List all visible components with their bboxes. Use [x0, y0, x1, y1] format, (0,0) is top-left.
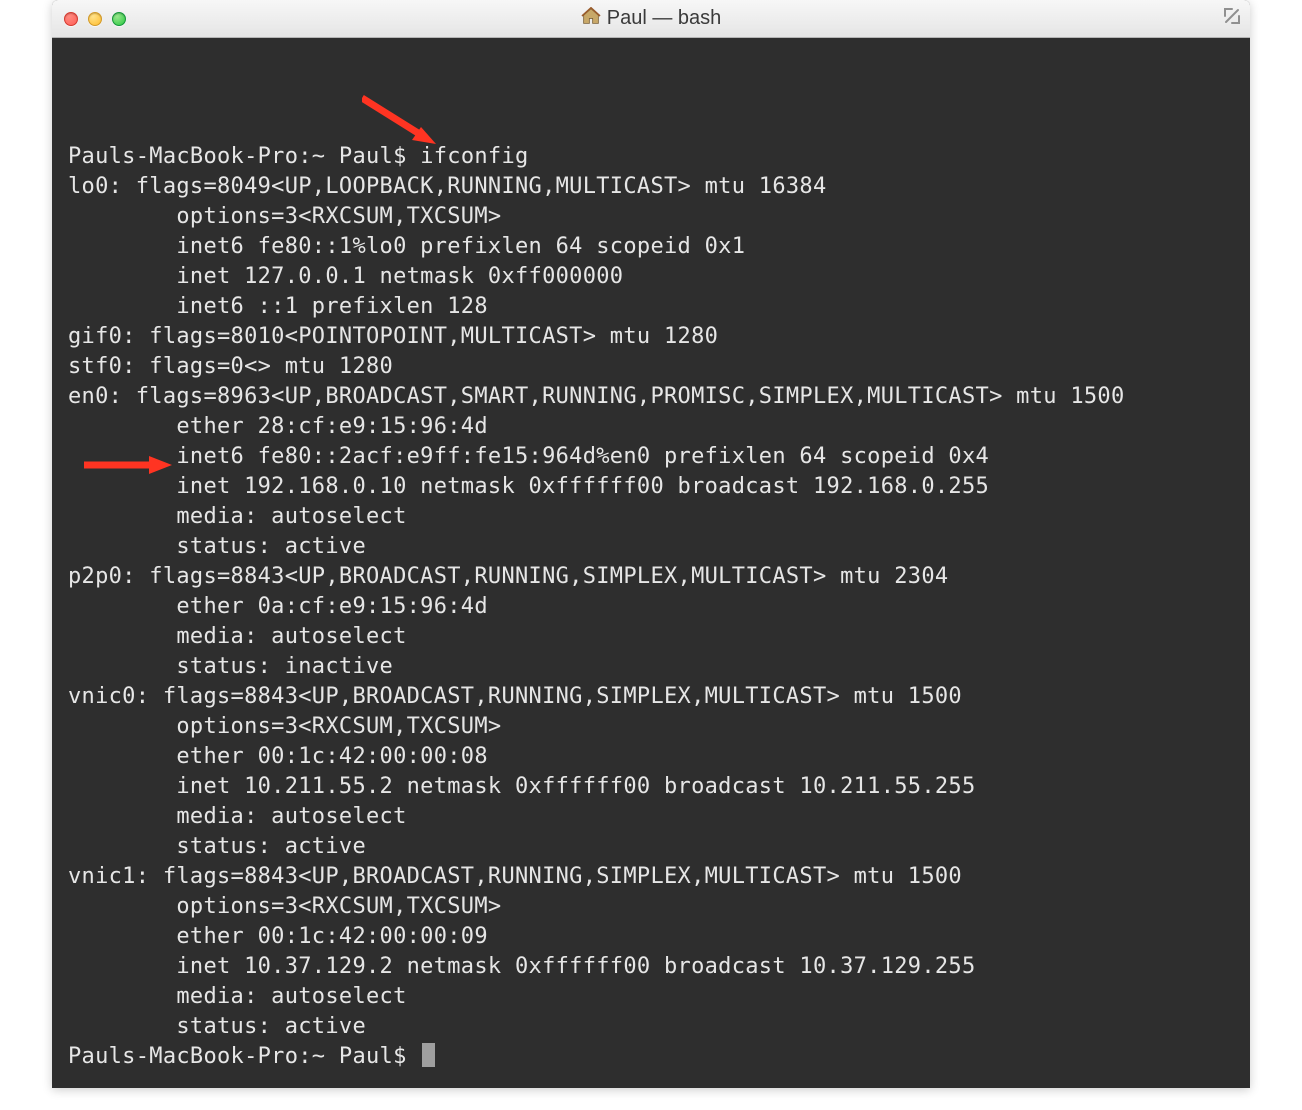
prompt-1-text: Pauls-MacBook-Pro:~ Paul$	[68, 144, 420, 169]
output-line: en0: flags=8963<UP,BROADCAST,SMART,RUNNI…	[68, 384, 1125, 409]
output-line: media: autoselect	[68, 984, 407, 1009]
output-line: status: active	[68, 834, 366, 859]
output-line: vnic0: flags=8843<UP,BROADCAST,RUNNING,S…	[68, 684, 962, 709]
prompt-1: Pauls-MacBook-Pro:~ Paul$ ifconfig	[68, 144, 529, 169]
output-line: stf0: flags=0<> mtu 1280	[68, 354, 393, 379]
terminal-window: Paul — bash Pauls-MacBook-Pro:~ Paul$ if…	[52, 0, 1250, 1088]
output-line: p2p0: flags=8843<UP,BROADCAST,RUNNING,SI…	[68, 564, 948, 589]
output-line: options=3<RXCSUM,TXCSUM>	[68, 714, 501, 739]
traffic-lights	[52, 12, 126, 26]
output-line: status: active	[68, 1014, 366, 1039]
output-line: status: active	[68, 534, 366, 559]
output-line: inet6 fe80::1%lo0 prefixlen 64 scopeid 0…	[68, 234, 745, 259]
output-line: lo0: flags=8049<UP,LOOPBACK,RUNNING,MULT…	[68, 174, 827, 199]
output-line: ether 28:cf:e9:15:96:4d	[68, 414, 488, 439]
output-line: inet 10.37.129.2 netmask 0xffffff00 broa…	[68, 954, 976, 979]
cursor	[422, 1043, 435, 1067]
output-line: inet6 ::1 prefixlen 128	[68, 294, 488, 319]
output-line: options=3<RXCSUM,TXCSUM>	[68, 894, 501, 919]
output-line: ether 00:1c:42:00:00:08	[68, 744, 488, 769]
output-line: vnic1: flags=8843<UP,BROADCAST,RUNNING,S…	[68, 864, 962, 889]
output-line: media: autoselect	[68, 504, 407, 529]
window-title-text: Paul — bash	[607, 7, 722, 30]
window-titlebar[interactable]: Paul — bash	[52, 0, 1250, 38]
home-icon	[581, 7, 601, 31]
output-line: inet 127.0.0.1 netmask 0xff000000	[68, 264, 623, 289]
output-line: media: autoselect	[68, 624, 407, 649]
output-line: ether 0a:cf:e9:15:96:4d	[68, 594, 488, 619]
resize-icon[interactable]	[1222, 6, 1242, 26]
output-line: status: inactive	[68, 654, 393, 679]
output-line: media: autoselect	[68, 804, 407, 829]
close-button[interactable]	[64, 12, 78, 26]
output-line: gif0: flags=8010<POINTOPOINT,MULTICAST> …	[68, 324, 718, 349]
prompt-2: Pauls-MacBook-Pro:~ Paul$	[68, 1044, 435, 1069]
terminal-content[interactable]: Pauls-MacBook-Pro:~ Paul$ ifconfig lo0: …	[52, 38, 1250, 1088]
output-line: options=3<RXCSUM,TXCSUM>	[68, 204, 501, 229]
output-line: inet 192.168.0.10 netmask 0xffffff00 bro…	[68, 474, 989, 499]
prompt-2-text: Pauls-MacBook-Pro:~ Paul$	[68, 1044, 420, 1069]
minimize-button[interactable]	[88, 12, 102, 26]
zoom-button[interactable]	[112, 12, 126, 26]
window-title: Paul — bash	[52, 7, 1250, 31]
output-line: inet6 fe80::2acf:e9ff:fe15:964d%en0 pref…	[68, 444, 989, 469]
command-text: ifconfig	[420, 144, 528, 169]
output-line: inet 10.211.55.2 netmask 0xffffff00 broa…	[68, 774, 976, 799]
output-line: ether 00:1c:42:00:00:09	[68, 924, 488, 949]
